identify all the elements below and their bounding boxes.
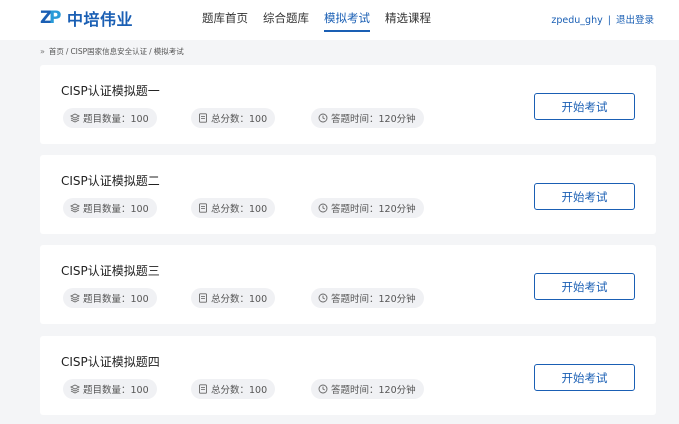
- question-count-badge: 题目数量：100: [63, 198, 157, 218]
- question-count-badge: 题目数量：100: [63, 108, 157, 128]
- exam-title: CISP认证模拟题三: [61, 264, 160, 278]
- breadcrumb-separator: /: [65, 47, 69, 56]
- top-header: Z P 中培伟业 题库首页 综合题库 模拟考试 精选课程 zpedu_ghy |…: [0, 0, 679, 40]
- start-exam-button[interactable]: 开始考试: [534, 273, 635, 300]
- question-count-text: 题目数量：100: [83, 204, 149, 215]
- exam-title: CISP认证模拟题四: [61, 355, 160, 369]
- breadcrumb-item-cisp[interactable]: CISP国家信息安全认证: [70, 46, 147, 57]
- breadcrumb-separator: /: [149, 47, 152, 56]
- answer-time-badge: 答题时间：120分钟: [311, 198, 424, 218]
- user-separator: |: [607, 15, 611, 26]
- breadcrumb-item-current: 模拟考试: [153, 47, 184, 56]
- logout-link[interactable]: 退出登录: [616, 15, 654, 26]
- start-exam-button[interactable]: 开始考试: [534, 183, 635, 210]
- breadcrumb: » 首页 / CISP国家信息安全认证 / 模拟考试: [40, 46, 184, 57]
- clock-icon: [318, 384, 328, 394]
- nav-item-featured-courses[interactable]: 精选课程: [385, 0, 431, 40]
- breadcrumb-item-home[interactable]: 首页: [49, 46, 64, 57]
- layers-icon: [70, 293, 80, 303]
- total-score-badge: 总分数：100: [191, 379, 276, 399]
- logo[interactable]: Z P 中培伟业: [40, 7, 133, 29]
- exam-card: CISP认证模拟题一 题目数量：100 总分数：100 答题时间：120分钟 开…: [40, 65, 656, 144]
- answer-time-text: 答题时间：120分钟: [331, 204, 416, 215]
- question-count-badge: 题目数量：100: [63, 288, 157, 308]
- layers-icon: [70, 113, 80, 123]
- total-score-text: 总分数：100: [211, 385, 268, 396]
- question-count-text: 题目数量：100: [83, 385, 149, 396]
- layers-icon: [70, 384, 80, 394]
- exam-card: CISP认证模拟题四 题目数量：100 总分数：100 答题时间：120分钟 开…: [40, 336, 656, 415]
- exam-card: CISP认证模拟题三 题目数量：100 总分数：100 答题时间：120分钟 开…: [40, 245, 656, 324]
- total-score-text: 总分数：100: [211, 294, 268, 305]
- answer-time-badge: 答题时间：120分钟: [311, 108, 424, 128]
- clock-icon: [318, 293, 328, 303]
- question-count-text: 题目数量：100: [83, 114, 149, 125]
- exam-title: CISP认证模拟题二: [61, 174, 160, 188]
- start-exam-button[interactable]: 开始考试: [534, 93, 635, 120]
- layers-icon: [70, 203, 80, 213]
- total-score-text: 总分数：100: [211, 204, 268, 215]
- start-exam-button[interactable]: 开始考试: [534, 364, 635, 391]
- nav-item-mock-exam[interactable]: 模拟考试: [324, 0, 370, 40]
- document-icon: [199, 384, 207, 394]
- logo-text: 中培伟业: [67, 10, 134, 29]
- answer-time-text: 答题时间：120分钟: [331, 114, 416, 125]
- answer-time-badge: 答题时间：120分钟: [311, 379, 424, 399]
- clock-icon: [318, 113, 328, 123]
- answer-time-badge: 答题时间：120分钟: [311, 288, 424, 308]
- total-score-text: 总分数：100: [211, 114, 268, 125]
- double-chevron-right-icon: »: [40, 47, 45, 56]
- user-area: zpedu_ghy | 退出登录: [551, 12, 654, 26]
- logo-mark: Z P: [40, 8, 64, 28]
- question-count-badge: 题目数量：100: [63, 379, 157, 399]
- question-count-text: 题目数量：100: [83, 294, 149, 305]
- main-nav: 题库首页 综合题库 模拟考试 精选课程: [202, 0, 446, 40]
- answer-time-text: 答题时间：120分钟: [331, 385, 416, 396]
- username-link[interactable]: zpedu_ghy: [551, 15, 602, 26]
- logo-mark-p: P: [49, 8, 62, 28]
- answer-time-text: 答题时间：120分钟: [331, 294, 416, 305]
- exam-card: CISP认证模拟题二 题目数量：100 总分数：100 答题时间：120分钟 开…: [40, 155, 656, 234]
- document-icon: [199, 293, 207, 303]
- total-score-badge: 总分数：100: [191, 108, 276, 128]
- exam-title: CISP认证模拟题一: [61, 84, 160, 98]
- clock-icon: [318, 203, 328, 213]
- nav-item-comprehensive-bank[interactable]: 综合题库: [263, 0, 309, 40]
- document-icon: [199, 113, 207, 123]
- total-score-badge: 总分数：100: [191, 198, 276, 218]
- document-icon: [199, 203, 207, 213]
- total-score-badge: 总分数：100: [191, 288, 276, 308]
- nav-item-question-bank-home[interactable]: 题库首页: [202, 0, 248, 40]
